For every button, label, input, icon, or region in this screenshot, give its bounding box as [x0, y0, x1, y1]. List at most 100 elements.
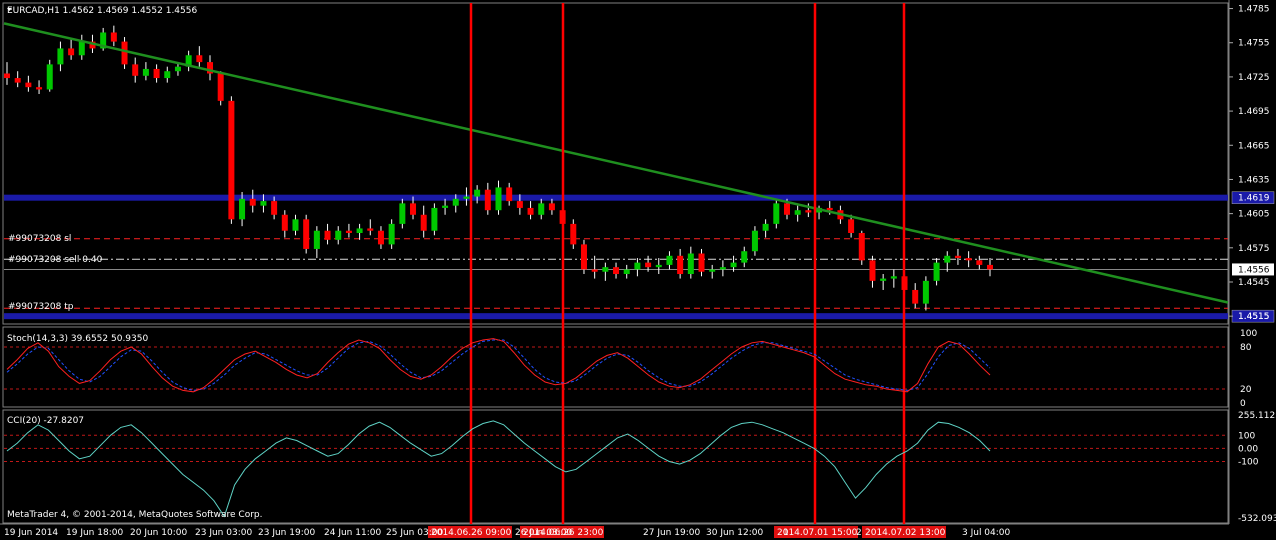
candle[interactable] [580, 244, 587, 270]
candle[interactable] [869, 260, 876, 281]
cci-label: CCI(20) -27.8207 [7, 416, 84, 426]
candle[interactable] [613, 267, 620, 275]
candle[interactable] [645, 262, 652, 268]
candle[interactable] [858, 232, 865, 261]
candle[interactable] [762, 223, 769, 231]
candle[interactable] [14, 78, 21, 83]
price-tick-label: 1.4755 [1238, 39, 1270, 49]
cci-tick-label: 100 [1238, 431, 1255, 441]
candle[interactable] [773, 203, 780, 224]
copyright-text: MetaTrader 4, © 2001-2014, MetaQuotes So… [7, 510, 263, 520]
candle[interactable] [570, 223, 577, 245]
candle[interactable] [783, 203, 790, 215]
candle[interactable] [228, 100, 235, 220]
candle[interactable] [324, 230, 331, 240]
candle[interactable] [794, 210, 801, 215]
candle[interactable] [36, 87, 43, 90]
candle[interactable] [239, 198, 246, 220]
candle[interactable] [516, 201, 523, 208]
candle[interactable] [452, 198, 459, 206]
candle[interactable] [709, 269, 716, 272]
candle[interactable] [677, 255, 684, 275]
time-label: 2 [856, 528, 862, 538]
candle[interactable] [377, 230, 384, 245]
candle[interactable] [880, 278, 887, 281]
candle[interactable] [548, 203, 555, 211]
candle[interactable] [623, 269, 630, 275]
candle[interactable] [602, 267, 609, 272]
candle[interactable] [591, 269, 598, 272]
candle[interactable] [313, 230, 320, 249]
candle[interactable] [506, 187, 513, 202]
candle[interactable] [666, 255, 673, 265]
candle[interactable] [484, 189, 491, 211]
candle[interactable] [954, 255, 961, 259]
candle[interactable] [46, 64, 53, 90]
candle[interactable] [912, 289, 919, 304]
candle[interactable] [965, 258, 972, 261]
candle[interactable] [495, 187, 502, 211]
candle[interactable] [719, 267, 726, 270]
candle[interactable] [420, 214, 427, 231]
candle[interactable] [345, 230, 352, 233]
candle[interactable] [655, 264, 662, 268]
candle[interactable] [826, 207, 833, 211]
candle[interactable] [281, 214, 288, 231]
symbol-header: EURCAD,H1 1.4562 1.4569 1.4552 1.4556 [7, 6, 197, 16]
candle[interactable] [730, 262, 737, 268]
time-label: 27 Jun 19:00 [643, 528, 700, 538]
candle[interactable] [922, 280, 929, 304]
candle[interactable] [164, 71, 171, 79]
candle[interactable] [751, 230, 758, 252]
candle[interactable] [431, 207, 438, 231]
price-tag-upper-support: 1.4619 [1238, 194, 1270, 204]
candle[interactable] [442, 205, 449, 208]
candle[interactable] [805, 210, 812, 213]
candle[interactable] [944, 255, 951, 263]
candle[interactable] [57, 48, 64, 65]
candle[interactable] [25, 82, 32, 88]
candle[interactable] [698, 253, 705, 272]
candle[interactable] [271, 201, 278, 215]
candle[interactable] [538, 203, 545, 215]
candle[interactable] [110, 32, 117, 42]
candle[interactable] [890, 276, 897, 279]
candle[interactable] [196, 55, 203, 63]
candle[interactable] [367, 228, 374, 231]
candle[interactable] [78, 41, 85, 56]
candle[interactable] [335, 230, 342, 240]
candle[interactable] [976, 260, 983, 265]
time-label: 25 Jun 03:00 [386, 528, 443, 538]
candle[interactable] [249, 198, 256, 206]
candle[interactable] [463, 196, 470, 199]
candle[interactable] [410, 203, 417, 215]
candle[interactable] [388, 223, 395, 245]
candle[interactable] [217, 73, 224, 101]
candle[interactable] [142, 68, 149, 76]
candle[interactable] [303, 219, 310, 249]
candle[interactable] [356, 228, 363, 233]
candle[interactable] [399, 203, 406, 224]
vertical-marker-tag: 2014.07.02 13:00 [865, 528, 946, 538]
support-line-upper-support[interactable] [4, 194, 1228, 201]
stoch-tick-label: 80 [1240, 343, 1252, 353]
candle[interactable] [527, 207, 534, 215]
candle[interactable] [474, 189, 481, 197]
candle[interactable] [260, 201, 267, 206]
candle[interactable] [153, 68, 160, 79]
support-line-lower-support[interactable] [4, 313, 1228, 320]
candle[interactable] [132, 64, 139, 76]
candle[interactable] [121, 41, 128, 65]
candle[interactable] [741, 251, 748, 263]
candle[interactable] [634, 262, 641, 270]
candle[interactable] [174, 66, 181, 72]
candle[interactable] [687, 253, 694, 275]
metatrader-chart[interactable]: EURCAD,H1 1.4562 1.4569 1.4552 1.4556 1.… [0, 0, 1276, 540]
candle[interactable] [933, 262, 940, 281]
candle[interactable] [292, 219, 299, 231]
candle[interactable] [68, 48, 75, 56]
candle[interactable] [848, 219, 855, 233]
candle[interactable] [987, 264, 993, 270]
candle[interactable] [4, 73, 10, 79]
price-tick-label: 1.4725 [1238, 73, 1270, 83]
